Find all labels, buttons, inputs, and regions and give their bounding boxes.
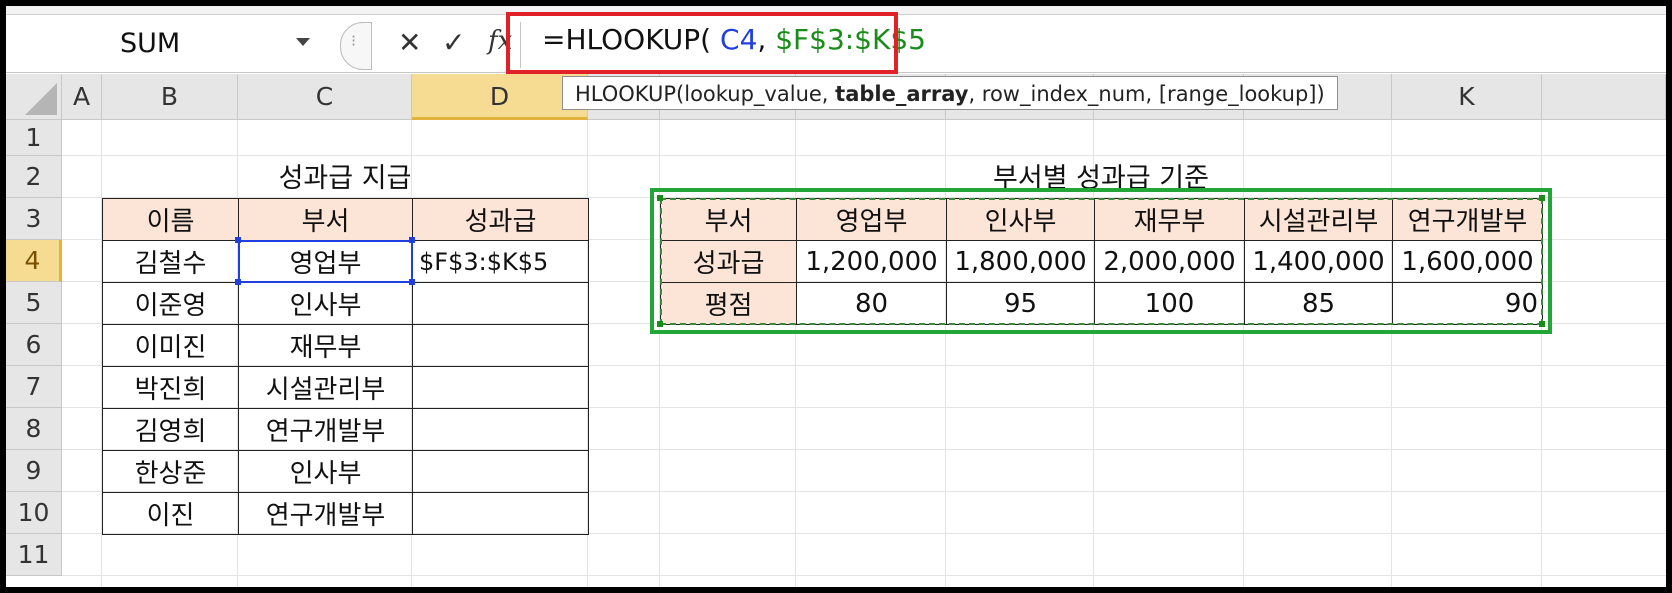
range-resize-handle[interactable] [657, 195, 663, 201]
left-data-cell[interactable] [412, 324, 589, 367]
left-data-cell[interactable]: 한상준 [102, 450, 239, 493]
row-header-5[interactable]: 5 [6, 282, 62, 324]
reference-resize-handle[interactable] [409, 237, 415, 243]
left-data-cell[interactable]: 시설관리부 [238, 366, 413, 409]
reference-resize-handle[interactable] [235, 237, 241, 243]
tooltip-arg-rest[interactable]: , row_index_num, [range_lookup]) [968, 82, 1324, 106]
grid-hline [62, 575, 1666, 576]
left-data-cell[interactable]: 연구개발부 [238, 492, 413, 535]
row-header-1[interactable]: 1 [6, 120, 62, 156]
grip-dots-icon: ⁝ [351, 31, 357, 50]
range-highlight-box [650, 188, 1552, 334]
formula-bar: SUM ⁝ ✕ ✓ fx =HLOOKUP( C4, $F$3:$K$5 [6, 6, 1666, 74]
left-data-cell[interactable]: 김영희 [102, 408, 239, 451]
name-box[interactable]: SUM [8, 22, 340, 66]
enter-check-icon[interactable]: ✓ [442, 26, 465, 59]
left-data-cell[interactable]: 박진희 [102, 366, 239, 409]
active-cell-d4[interactable]: $F$3:$K$5 [412, 240, 589, 283]
range-resize-handle[interactable] [657, 321, 663, 327]
left-data-cell[interactable]: 김철수 [102, 240, 239, 283]
row-header-2[interactable]: 2 [6, 156, 62, 198]
column-header-k[interactable]: K [1392, 74, 1542, 120]
range-resize-handle[interactable] [1539, 195, 1545, 201]
reference-resize-handle[interactable] [409, 279, 415, 285]
left-header-cell[interactable]: 이름 [102, 198, 239, 241]
tooltip-arg-table-array[interactable]: table_array [835, 82, 968, 106]
left-data-cell[interactable]: 이미진 [102, 324, 239, 367]
left-data-cell[interactable] [412, 282, 589, 325]
left-data-cell[interactable] [412, 450, 589, 493]
column-header-b[interactable]: B [102, 74, 238, 120]
left-data-cell[interactable] [412, 366, 589, 409]
row-header-11[interactable]: 11 [6, 534, 62, 576]
left-data-cell[interactable]: 이진 [102, 492, 239, 535]
column-header-c[interactable]: C [238, 74, 412, 120]
row-header-8[interactable]: 8 [6, 408, 62, 450]
name-box-value: SUM [120, 28, 181, 59]
column-header-a[interactable]: A [62, 74, 102, 120]
chevron-down-icon[interactable] [296, 38, 310, 46]
left-header-cell[interactable]: 부서 [238, 198, 413, 241]
tooltip-arg-lookup[interactable]: lookup_value, [684, 82, 835, 106]
column-header-filler [1542, 74, 1666, 120]
left-data-cell[interactable] [412, 492, 589, 535]
row-header-7[interactable]: 7 [6, 366, 62, 408]
row-header-4[interactable]: 4 [6, 240, 62, 282]
formula-bar-resize-handle[interactable]: ⁝ [340, 22, 372, 70]
spreadsheet-window: SUM ⁝ ✕ ✓ fx =HLOOKUP( C4, $F$3:$K$5 ABC… [6, 6, 1666, 587]
left-data-cell[interactable]: 인사부 [238, 282, 413, 325]
row-header-3[interactable]: 3 [6, 198, 62, 240]
left-header-cell[interactable]: 성과급 [412, 198, 589, 241]
left-data-cell[interactable]: 인사부 [238, 450, 413, 493]
tooltip-func[interactable]: HLOOKUP( [575, 82, 684, 106]
formula-highlight-box [506, 12, 898, 74]
left-data-cell[interactable] [412, 408, 589, 451]
select-all-triangle-icon [25, 83, 57, 115]
row-header-6[interactable]: 6 [6, 324, 62, 366]
range-resize-handle[interactable] [1539, 321, 1545, 327]
left-table-title: 성과급 지급 [278, 163, 412, 194]
reference-highlight-c4 [238, 240, 413, 283]
left-data-cell[interactable]: 이준영 [102, 282, 239, 325]
cancel-icon[interactable]: ✕ [398, 26, 421, 59]
reference-resize-handle[interactable] [235, 279, 241, 285]
row-header-9[interactable]: 9 [6, 450, 62, 492]
function-tooltip: HLOOKUP(lookup_value, table_array, row_i… [562, 76, 1338, 110]
row-header-10[interactable]: 10 [6, 492, 62, 534]
left-data-cell[interactable]: 연구개발부 [238, 408, 413, 451]
select-all-corner[interactable] [6, 74, 62, 120]
left-data-cell[interactable]: 재무부 [238, 324, 413, 367]
